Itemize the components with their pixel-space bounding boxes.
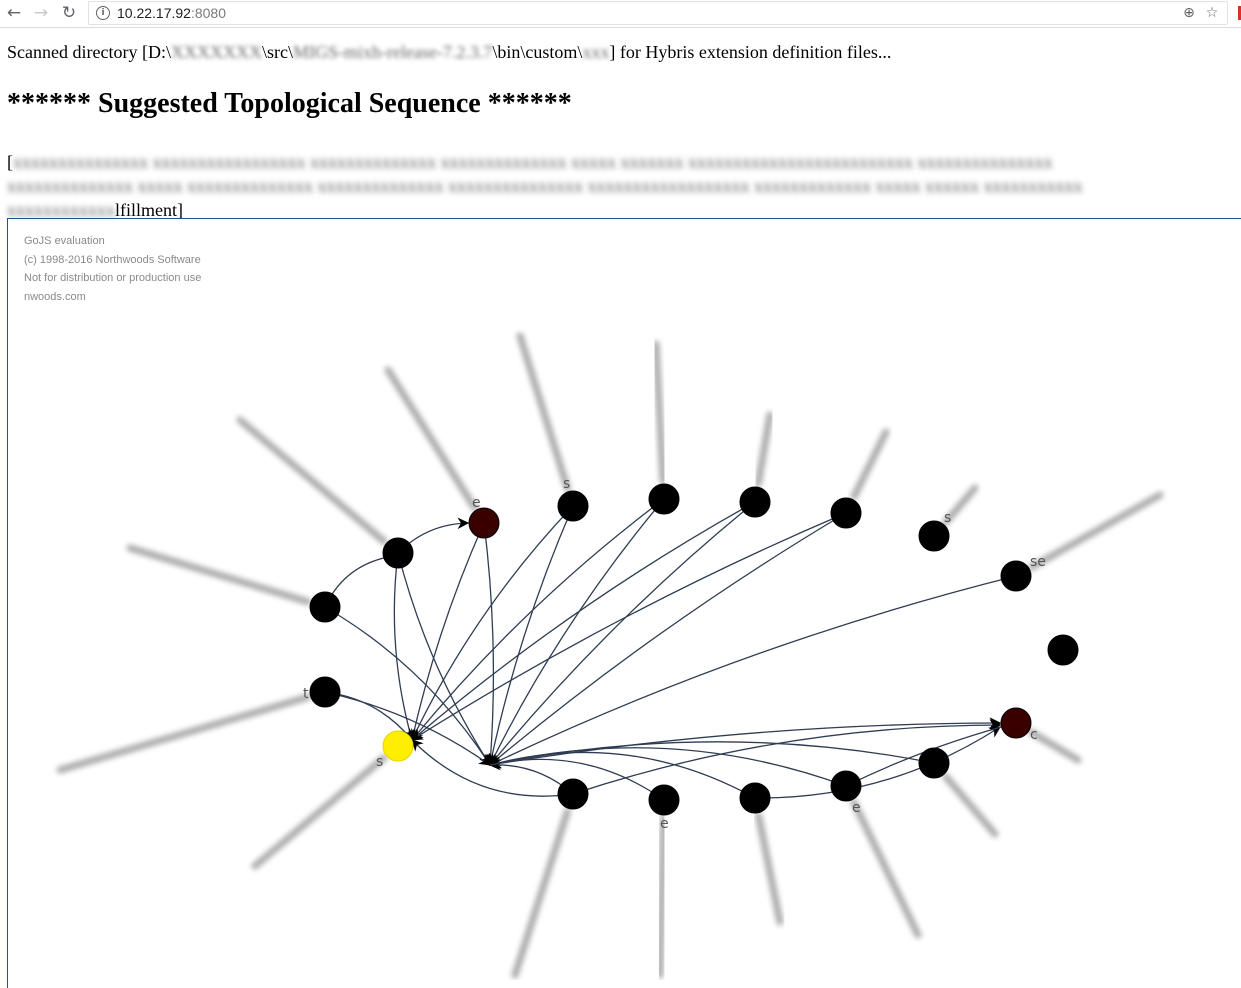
node-label-blurred bbox=[850, 428, 890, 501]
dependency-link bbox=[393, 552, 415, 742]
node-label-blurred bbox=[754, 411, 774, 488]
graph-node-n16[interactable] bbox=[557, 778, 589, 810]
graph-node-n4[interactable] bbox=[557, 490, 589, 522]
graph-node-n8[interactable] bbox=[918, 520, 950, 552]
graph-node-n10[interactable] bbox=[1047, 634, 1079, 666]
graph-node-n14[interactable] bbox=[739, 782, 771, 814]
dependency-link bbox=[489, 501, 756, 766]
node-label-hint: s bbox=[563, 476, 570, 492]
node-label-blurred bbox=[511, 807, 572, 979]
graph-node-n9[interactable] bbox=[1000, 560, 1032, 592]
node-label-hint: s bbox=[944, 510, 951, 526]
graph-node-n15[interactable] bbox=[648, 784, 680, 816]
graph-node-n3[interactable] bbox=[468, 507, 500, 539]
node-label-blurred bbox=[652, 340, 667, 485]
node-label-hint: e bbox=[660, 816, 669, 832]
node-label-blurred bbox=[516, 332, 572, 493]
dependency-link bbox=[488, 575, 1017, 766]
node-label-blurred bbox=[755, 812, 784, 926]
node-label-blurred bbox=[126, 544, 312, 606]
node-label-blurred bbox=[56, 693, 312, 774]
graph-node-n1[interactable] bbox=[309, 591, 341, 623]
node-label-blurred bbox=[942, 773, 999, 838]
node-label-hint: c bbox=[1030, 727, 1038, 743]
dependency-link bbox=[483, 522, 497, 767]
graph-node-n11[interactable] bbox=[1000, 707, 1032, 739]
node-label-blurred bbox=[236, 416, 388, 545]
dependency-link bbox=[489, 512, 847, 766]
graph-node-n5[interactable] bbox=[648, 483, 680, 515]
graph-node-n2[interactable] bbox=[382, 537, 414, 569]
node-label-hint: s bbox=[376, 754, 383, 770]
dependency-link bbox=[411, 739, 574, 797]
node-label-blurred bbox=[1027, 728, 1082, 764]
graph-node-n_yellow[interactable] bbox=[382, 730, 414, 762]
node-label-blurred bbox=[656, 814, 668, 979]
node-label-hint: se bbox=[1030, 554, 1046, 570]
graph-node-n6[interactable] bbox=[739, 486, 771, 518]
node-label-hint: t bbox=[303, 686, 309, 702]
graph-node-n12[interactable] bbox=[918, 747, 950, 779]
node-label-blurred bbox=[384, 366, 478, 512]
node-label-blurred bbox=[850, 798, 922, 939]
dependency-link bbox=[411, 501, 756, 741]
graph-canvas[interactable]: sessseceet bbox=[0, 0, 1241, 980]
node-label-blurred bbox=[1028, 491, 1164, 571]
node-label-hint: e bbox=[852, 800, 861, 816]
dependency-link bbox=[397, 552, 491, 766]
dependency-link bbox=[486, 505, 574, 767]
node-label-blurred bbox=[251, 754, 388, 870]
graph-node-n13[interactable] bbox=[830, 770, 862, 802]
dependency-link bbox=[754, 726, 1001, 799]
graph-node-n17[interactable] bbox=[309, 676, 341, 708]
graph-node-n7[interactable] bbox=[830, 497, 862, 529]
